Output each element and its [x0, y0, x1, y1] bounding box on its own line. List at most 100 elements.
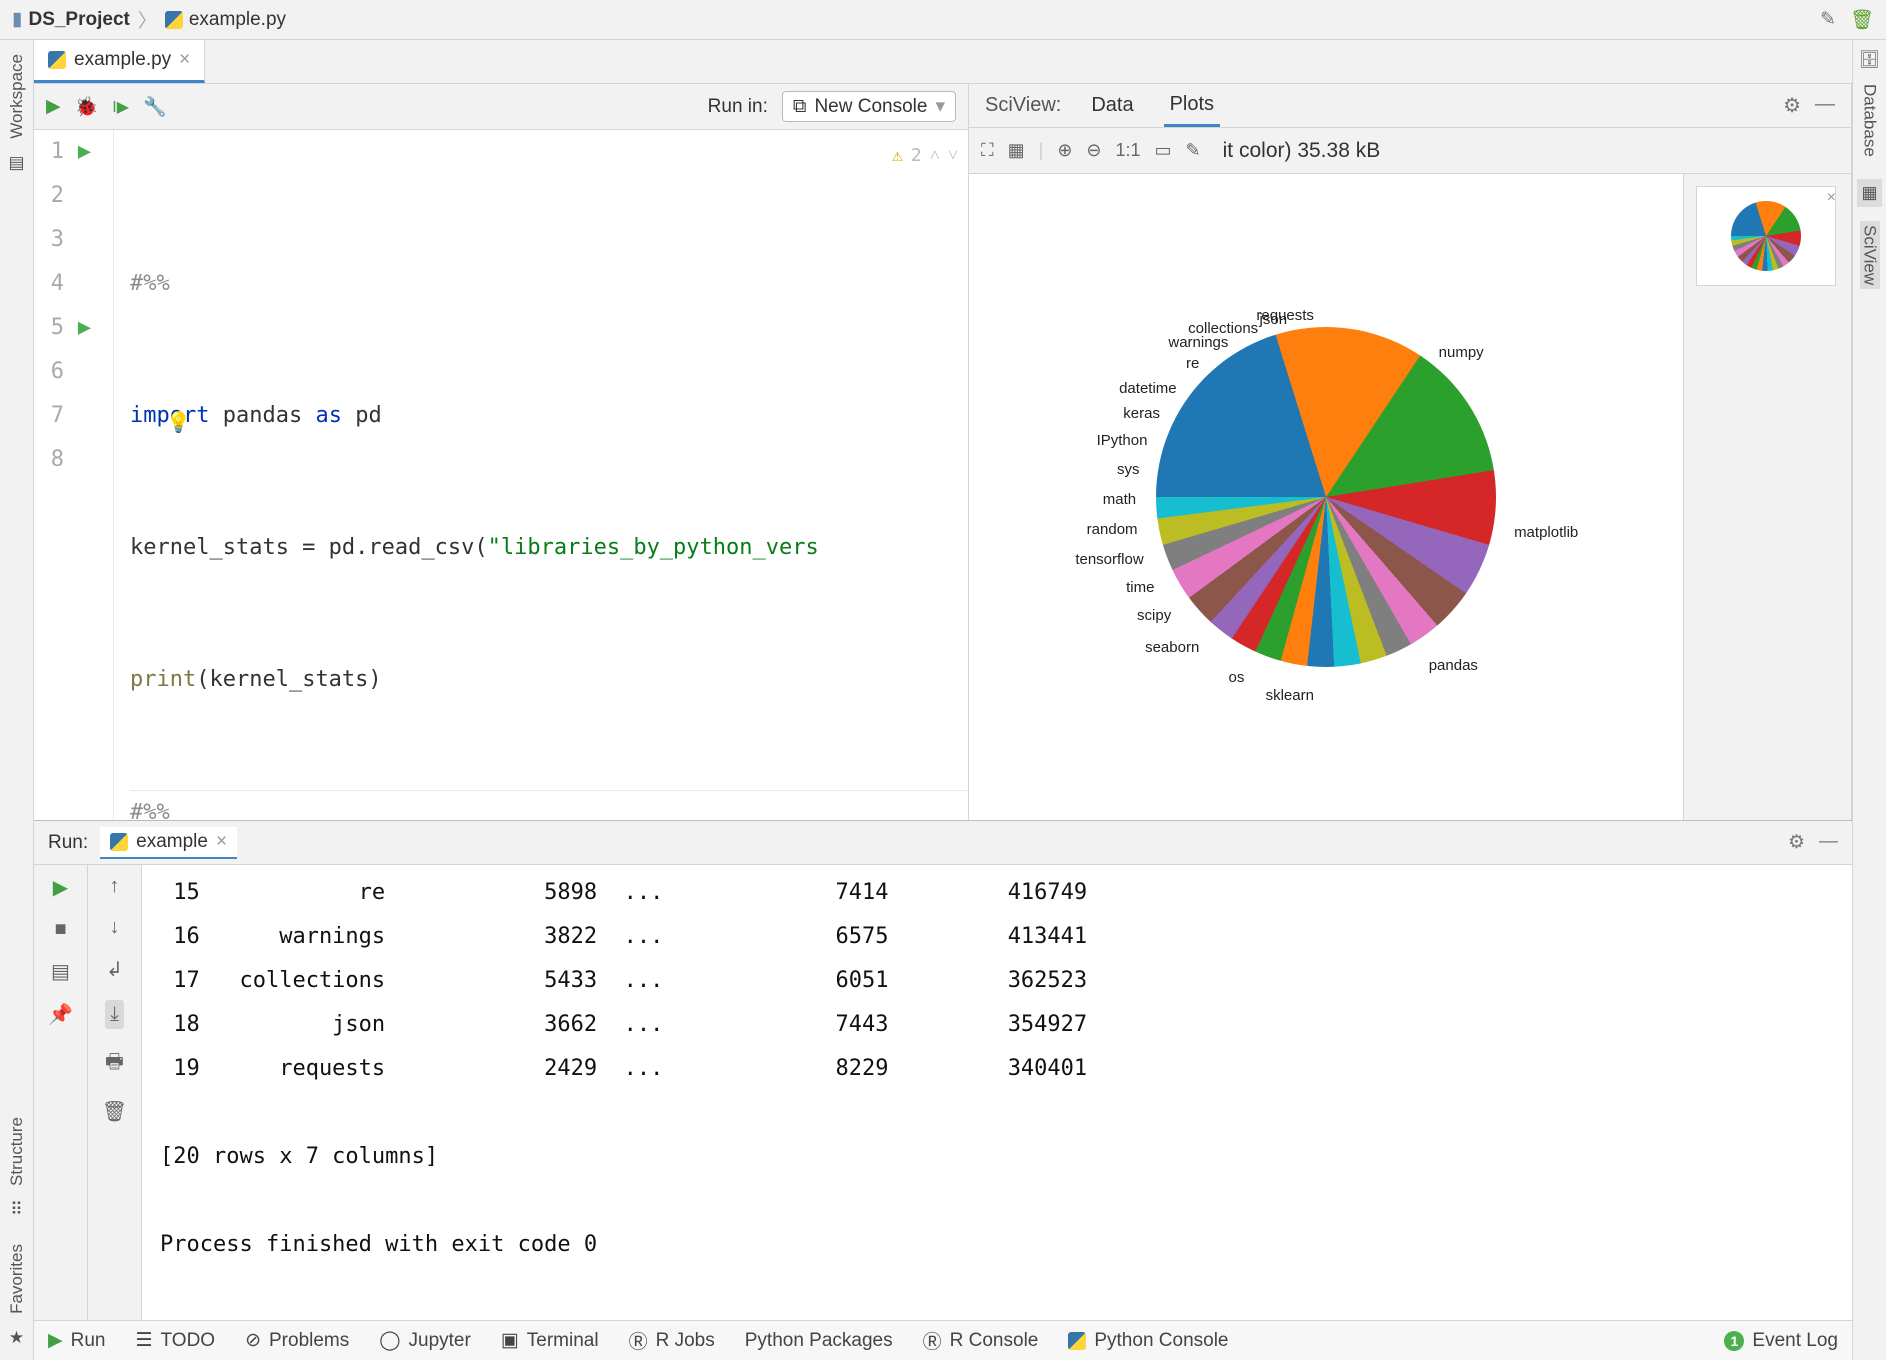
down-icon[interactable]: ↓: [110, 916, 120, 939]
pie-label: datetime: [1119, 380, 1177, 397]
editor-toolbar: ▶ 🐞 I▶ 🔧 Run in: ⧉ New Console ▾: [34, 84, 968, 130]
database-icon[interactable]: 🗄: [1859, 50, 1881, 70]
chevron-down-icon: ▾: [935, 95, 945, 118]
zoom-actual-icon[interactable]: 1:1: [1116, 140, 1141, 161]
run-cell-icon[interactable]: I▶: [112, 97, 129, 117]
up-icon[interactable]: ↑: [110, 875, 120, 898]
trash-icon[interactable]: 🗑: [102, 1099, 127, 1124]
pie-label: re: [1186, 355, 1199, 372]
run-tab-example[interactable]: example ×: [100, 827, 237, 859]
python-file-icon: [110, 833, 128, 851]
sciview-tab-data[interactable]: Data: [1085, 86, 1139, 125]
minimize-icon[interactable]: —: [1815, 93, 1835, 118]
status-jupyter[interactable]: ◯Jupyter: [379, 1329, 471, 1352]
pie-label: collections: [1188, 320, 1258, 337]
breadcrumb-project[interactable]: ▮ DS_Project: [12, 8, 130, 31]
rerun-icon[interactable]: ▶: [53, 875, 68, 900]
sciview-title: SciView:: [985, 94, 1061, 117]
gear-icon[interactable]: ⚙: [1788, 831, 1805, 854]
pie-chart: numpymatplotlibpandassklearnosseabornsci…: [1156, 327, 1496, 667]
pie-label: scipy: [1137, 607, 1171, 624]
color-picker-icon[interactable]: ✎: [1186, 140, 1201, 161]
sciview-tab-plots[interactable]: Plots: [1164, 85, 1220, 127]
run-header: Run: example × ⚙ —: [34, 821, 1852, 865]
pie-label: os: [1228, 669, 1244, 686]
structure-icon[interactable]: ⠿: [10, 1200, 22, 1220]
run-icon[interactable]: ▶: [46, 95, 61, 118]
pie-label: keras: [1123, 405, 1160, 422]
status-rconsole[interactable]: ⓇR Console: [923, 1327, 1039, 1354]
print-icon[interactable]: 🖶: [105, 1047, 124, 1081]
inspection-indicator[interactable]: ⚠ 2 ˄ ˅: [892, 134, 958, 178]
status-terminal[interactable]: ▣Terminal: [501, 1329, 599, 1352]
pie-label: pandas: [1429, 657, 1478, 674]
stop-icon[interactable]: ■: [54, 918, 66, 941]
status-todo[interactable]: ☰TODO: [135, 1329, 215, 1352]
plot-thumbnail[interactable]: ×: [1696, 186, 1836, 286]
terminal-icon: ▣: [501, 1329, 519, 1352]
fit-icon[interactable]: ▭: [1155, 140, 1172, 161]
plot-thumbnail-column: ×: [1683, 174, 1851, 820]
gear-icon[interactable]: ⚙: [1783, 93, 1801, 118]
debug-icon[interactable]: 🐞: [75, 95, 99, 119]
event-count-badge: 1: [1724, 1331, 1744, 1351]
expand-icon[interactable]: ⛶: [981, 140, 994, 161]
workspace-icon[interactable]: ▤: [8, 153, 24, 173]
breadcrumb-file[interactable]: example.py: [165, 9, 286, 31]
tool-database[interactable]: Database: [1860, 84, 1880, 157]
status-problems[interactable]: ⊘Problems: [245, 1329, 349, 1352]
pie-label: sys: [1117, 461, 1140, 478]
pie-label: time: [1126, 579, 1154, 596]
star-icon[interactable]: ★: [9, 1328, 24, 1348]
edit-pencil-icon[interactable]: ✎: [1820, 8, 1836, 32]
pie-label: requests: [1256, 307, 1314, 324]
right-tool-rail: 🗄 Database ▦ SciView: [1852, 40, 1886, 1360]
status-pypkg[interactable]: Python Packages: [745, 1330, 893, 1352]
tool-favorites[interactable]: Favorites: [7, 1244, 27, 1314]
status-rjobs[interactable]: ⓇR Jobs: [629, 1327, 715, 1354]
tool-sciview[interactable]: SciView: [1860, 221, 1880, 289]
run-title: Run:: [48, 832, 88, 854]
new-console-icon: ⧉: [793, 96, 807, 118]
sciview-pane: SciView: Data Plots ⚙ — ⛶ ▦ | ⊕ ⊖ 1:1 ▭: [969, 84, 1852, 820]
warning-icon: ⚠: [892, 134, 903, 178]
lightbulb-icon[interactable]: 💡: [166, 400, 191, 444]
chevron-up-icon[interactable]: ˄: [930, 134, 940, 178]
grid-icon[interactable]: ▦: [1008, 140, 1025, 161]
code-editor[interactable]: 1▶ 2 3 4 5▶ 6 7 8 ⚠ 2 ˄ ˅: [34, 130, 968, 820]
pie-label: random: [1087, 521, 1138, 538]
gutter: 1▶ 2 3 4 5▶ 6 7 8: [34, 130, 114, 820]
run-panel: Run: example × ⚙ — ▶ ■ ▤ 📌: [34, 820, 1852, 1320]
close-tab-icon[interactable]: ×: [179, 49, 190, 71]
zoom-in-icon[interactable]: ⊕: [1057, 140, 1072, 161]
scroll-to-end-icon[interactable]: ⤓: [105, 1000, 124, 1029]
sciview-icon[interactable]: ▦: [1857, 179, 1881, 207]
settings-wrench-icon[interactable]: 🔧: [143, 95, 167, 119]
r-icon: Ⓡ: [629, 1327, 648, 1354]
file-tab-example[interactable]: example.py ×: [34, 40, 205, 83]
tool-workspace[interactable]: Workspace: [7, 54, 27, 139]
status-pyconsole[interactable]: Python Console: [1068, 1330, 1228, 1352]
jupyter-icon: ◯: [379, 1329, 400, 1352]
run-in-selector[interactable]: ⧉ New Console ▾: [782, 91, 956, 122]
problems-icon: ⊘: [245, 1329, 261, 1352]
run-console[interactable]: 15 re 5898 ... 7414 416749 16 warnings 3…: [142, 865, 1852, 1320]
zoom-out-icon[interactable]: ⊖: [1086, 140, 1101, 161]
run-side-controls: ▶ ■ ▤ 📌: [34, 865, 88, 1320]
pie-label: seaborn: [1145, 639, 1199, 656]
tool-structure[interactable]: Structure: [7, 1117, 27, 1186]
pie-label: IPython: [1097, 432, 1148, 449]
sciview-toolbar: ⛶ ▦ | ⊕ ⊖ 1:1 ▭ ✎ it color) 35.38 kB: [969, 128, 1851, 174]
minimize-icon[interactable]: —: [1819, 831, 1838, 854]
trash-icon[interactable]: 🗑: [1850, 8, 1874, 32]
pie-label: math: [1103, 491, 1136, 508]
pin-icon[interactable]: 📌: [48, 1002, 73, 1027]
soft-wrap-icon[interactable]: ↲: [106, 957, 123, 982]
close-icon[interactable]: ×: [1827, 189, 1836, 207]
chevron-down-icon[interactable]: ˅: [948, 134, 958, 178]
layout-icon[interactable]: ▤: [51, 959, 70, 984]
status-eventlog[interactable]: 1Event Log: [1724, 1330, 1838, 1352]
folder-icon: ▮: [12, 8, 22, 31]
status-run[interactable]: ▶Run: [48, 1329, 105, 1352]
close-tab-icon[interactable]: ×: [216, 831, 227, 853]
